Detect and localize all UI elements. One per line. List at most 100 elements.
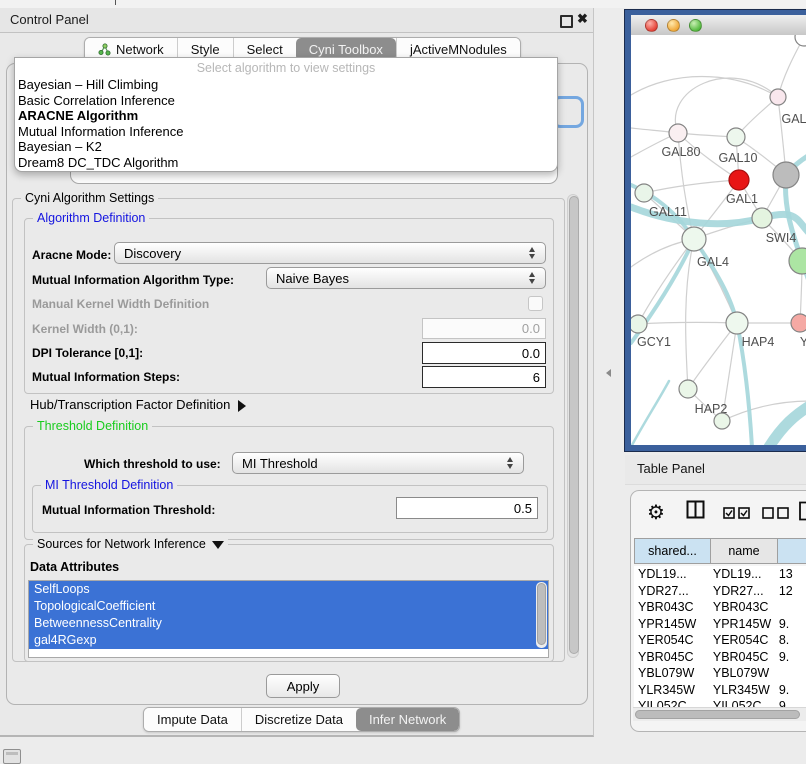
aracne-mode-combo[interactable]: Discovery xyxy=(114,242,546,264)
table-cell: YDR27... xyxy=(710,583,776,600)
network-node[interactable] xyxy=(726,312,748,334)
network-edge xyxy=(644,180,739,193)
algorithm-option[interactable]: Bayesian – K2 xyxy=(15,139,557,155)
node-label: GCY1 xyxy=(637,335,671,349)
select-all-checks-icon[interactable] xyxy=(723,507,751,519)
mi-type-combo[interactable]: Naive Bayes xyxy=(266,267,546,289)
network-node[interactable] xyxy=(795,35,806,46)
attribute-option[interactable]: TopologicalCoefficient xyxy=(29,598,548,615)
algorithm-option[interactable]: Mutual Information Inference xyxy=(15,124,557,140)
table-row[interactable]: YLR345WYLR345W9. xyxy=(634,682,806,699)
attribute-option[interactable]: gal4RGexp xyxy=(29,632,548,649)
table-row[interactable]: YPR145WYPR145W9. xyxy=(634,616,806,633)
node-label: GAL4 xyxy=(697,255,729,269)
spinner-arrows-icon xyxy=(529,247,536,259)
table-row[interactable]: YBR043CYBR043C xyxy=(634,599,806,616)
dropdown-prompt: Select algorithm to view settings xyxy=(15,61,557,77)
tab-infer-network[interactable]: Infer Network xyxy=(356,708,459,731)
column-header[interactable] xyxy=(778,538,806,564)
float-panel-icon[interactable] xyxy=(560,15,573,28)
table-cell: 9. xyxy=(776,682,806,699)
table-panel-title: Table Panel xyxy=(637,461,705,476)
network-window-titlebar[interactable] xyxy=(631,15,806,36)
sources-toggle[interactable]: Sources for Network Inference xyxy=(33,537,228,551)
minimize-traffic-light[interactable] xyxy=(667,19,680,32)
document-icon[interactable] xyxy=(798,501,806,521)
apply-button[interactable]: Apply xyxy=(266,674,340,698)
manual-kernel-checkbox[interactable] xyxy=(528,296,543,311)
network-edge-highlighted xyxy=(631,381,669,445)
mi-steps-input[interactable] xyxy=(422,366,546,388)
table-panel-window: shared...name YDL19...YDL19...13YDR27...… xyxy=(630,490,806,732)
zoom-traffic-light[interactable] xyxy=(689,19,702,32)
table-cell: YER054C xyxy=(710,632,776,649)
table-row[interactable]: YBL079WYBL079W xyxy=(634,665,806,682)
algorithm-option[interactable]: Dream8 DC_TDC Algorithm xyxy=(15,155,557,171)
tab-label: Select xyxy=(247,42,283,57)
gear-icon[interactable] xyxy=(647,500,665,525)
network-canvas[interactable]: GALGAL80GAL10GAL1GAL11SWI4GAL4GCY1HAP4YH… xyxy=(631,35,806,445)
dpi-tolerance-input[interactable] xyxy=(422,342,546,364)
node-label: GAL xyxy=(781,112,806,126)
table-row[interactable]: YBR045CYBR045C9. xyxy=(634,649,806,666)
network-node[interactable] xyxy=(791,314,806,332)
network-node[interactable] xyxy=(770,89,786,105)
network-node[interactable] xyxy=(679,380,697,398)
kernel-width-input[interactable] xyxy=(422,318,546,339)
tab-discretize-data[interactable]: Discretize Data xyxy=(241,708,356,731)
tab-impute-data[interactable]: Impute Data xyxy=(144,708,241,731)
table-row[interactable]: YIL052CYIL052C9 xyxy=(634,698,806,707)
deselect-all-checks-icon[interactable] xyxy=(762,507,790,519)
kernel-width-label: Kernel Width (0,1): xyxy=(32,322,138,336)
network-node[interactable] xyxy=(752,208,772,228)
algorithm-option[interactable]: Basic Correlation Inference xyxy=(15,93,557,109)
which-threshold-combo[interactable]: MI Threshold xyxy=(232,452,524,474)
column-header[interactable]: shared... xyxy=(634,538,711,564)
algorithm-option[interactable]: Bayesian – Hill Climbing xyxy=(15,77,557,93)
data-attributes-list: SelfLoopsTopologicalCoefficientBetweenne… xyxy=(28,580,549,658)
network-node[interactable] xyxy=(669,124,687,142)
table-hscrollbar[interactable] xyxy=(633,707,806,721)
spinner-arrows-icon xyxy=(529,272,536,284)
table-cell: YPR145W xyxy=(710,616,776,633)
mi-type-label: Mutual Information Algorithm Type: xyxy=(32,273,234,287)
sources-title: Sources for Network Inference xyxy=(37,537,206,551)
settings-scrollbar[interactable] xyxy=(567,194,579,658)
close-panel-icon[interactable] xyxy=(577,11,588,27)
algorithm-option[interactable]: ARACNE Algorithm xyxy=(15,108,557,124)
node-label: HAP4 xyxy=(742,335,775,349)
aracne-mode-label: Aracne Mode: xyxy=(32,248,111,262)
column-header[interactable]: name xyxy=(711,538,778,564)
attribute-option[interactable]: SelfLoops xyxy=(29,581,548,598)
network-node[interactable] xyxy=(727,128,745,146)
table-row[interactable]: YDL19...YDL19...13 xyxy=(634,566,806,583)
table-cell: 8. xyxy=(776,632,806,649)
splitter-handle[interactable] xyxy=(606,369,611,377)
attribute-list-scrollbar[interactable] xyxy=(536,582,547,648)
table-cell: 9. xyxy=(776,649,806,666)
network-node[interactable] xyxy=(773,162,799,188)
network-node[interactable] xyxy=(682,227,706,251)
network-edge xyxy=(638,322,737,324)
network-node[interactable] xyxy=(729,170,749,190)
columns-icon[interactable] xyxy=(686,500,705,519)
network-node[interactable] xyxy=(635,184,653,202)
mi-threshold-input[interactable] xyxy=(396,497,538,519)
algorithm-dropdown: Select algorithm to view settings Bayesi… xyxy=(14,57,558,172)
network-node[interactable] xyxy=(631,315,647,333)
hub-definition-toggle[interactable]: Hub/Transcription Factor Definition xyxy=(30,397,246,412)
dropdown-list: Bayesian – Hill ClimbingBasic Correlatio… xyxy=(15,77,557,171)
network-edge xyxy=(686,239,694,389)
network-node[interactable] xyxy=(714,413,730,429)
network-edge xyxy=(631,77,778,98)
tab-label: Impute Data xyxy=(157,712,228,727)
network-node[interactable] xyxy=(789,248,806,274)
top-strip xyxy=(0,0,806,8)
table-cell: 9 xyxy=(776,698,806,707)
combo-value: MI Threshold xyxy=(242,456,318,471)
table-cell: YBR043C xyxy=(634,599,710,616)
table-row[interactable]: YER054CYER054C8. xyxy=(634,632,806,649)
table-row[interactable]: YDR27...YDR27...12 xyxy=(634,583,806,600)
attribute-option[interactable]: BetweennessCentrality xyxy=(29,615,548,632)
close-traffic-light[interactable] xyxy=(645,19,658,32)
